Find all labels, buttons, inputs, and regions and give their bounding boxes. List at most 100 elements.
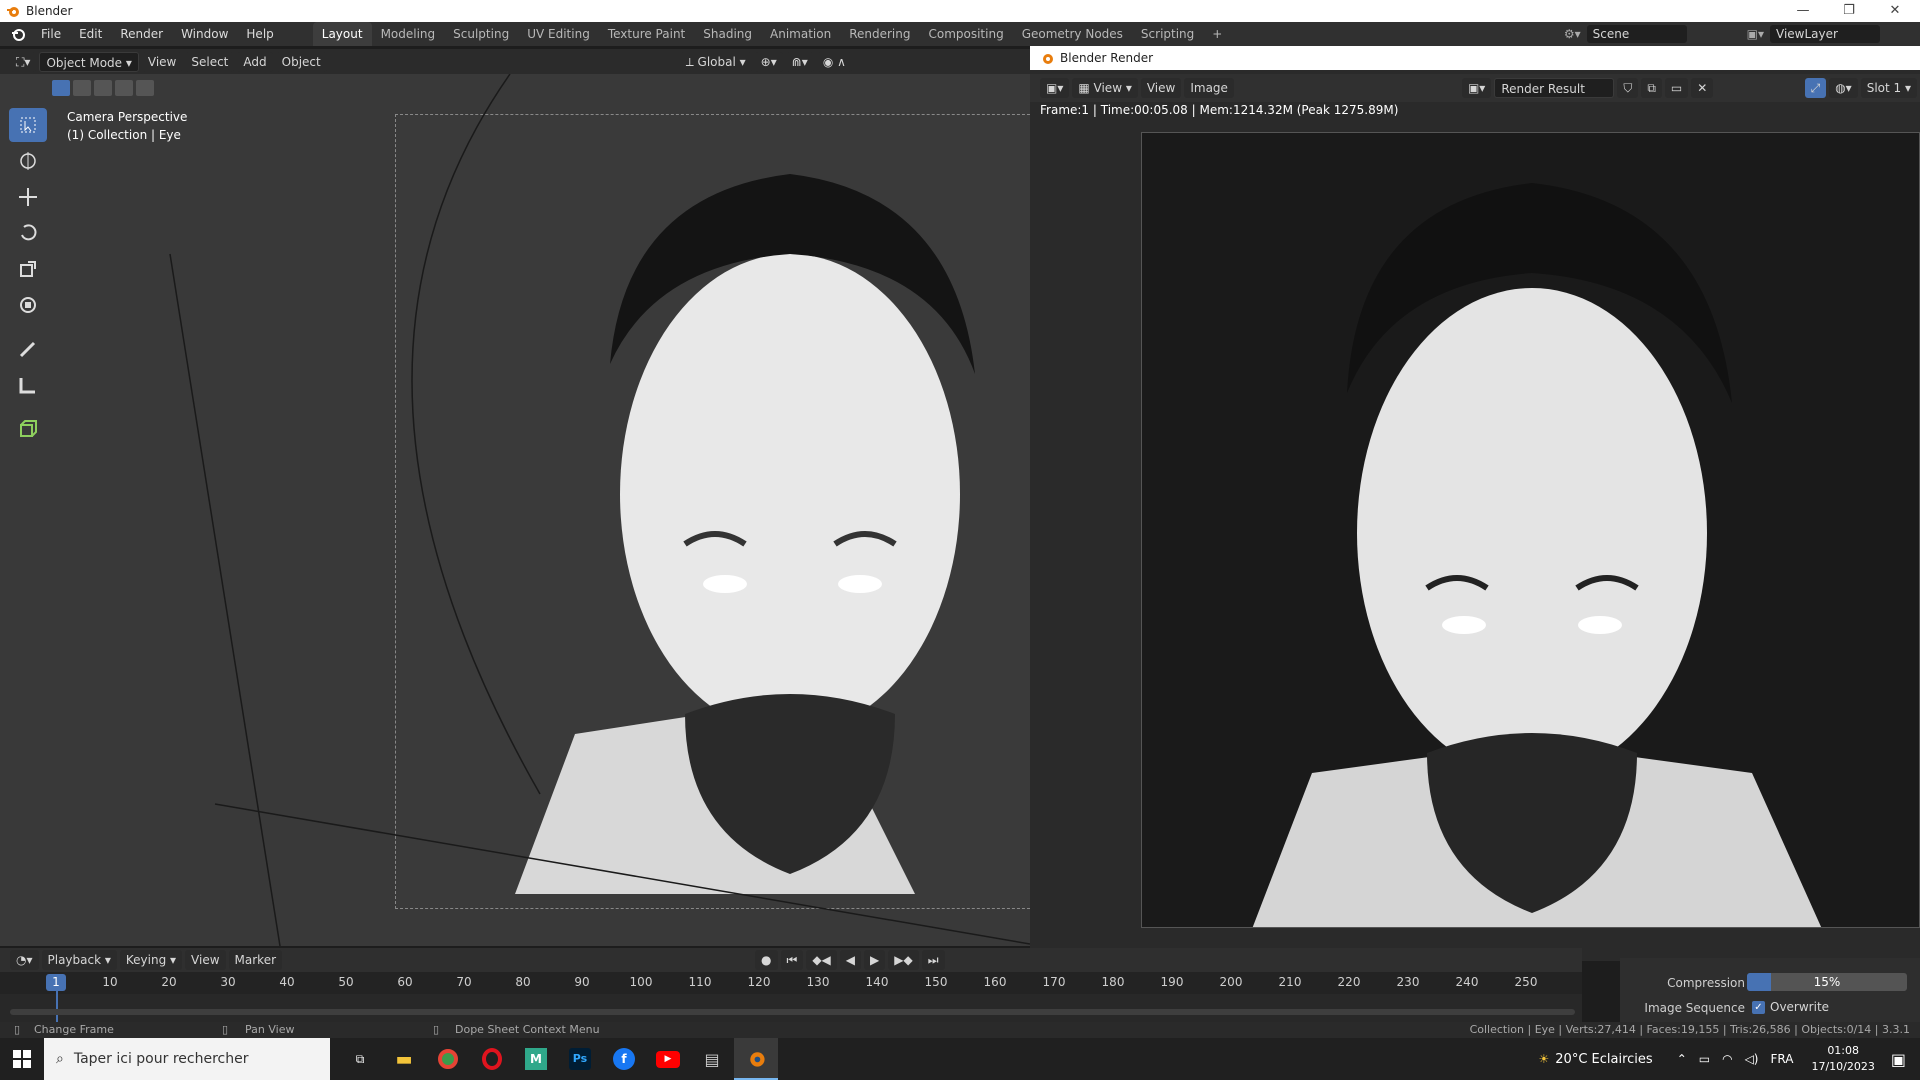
timeline-ruler[interactable]: 1 10 20 30 40 50 60 70 80 90 100 110 120… [0,972,1582,1027]
start-button[interactable] [0,1038,44,1080]
view-layer-icon[interactable]: ▣▾ [1747,27,1764,41]
notification-icon[interactable]: ▣ [1891,1050,1906,1069]
annotate-tool[interactable] [9,332,47,366]
play-reverse-icon[interactable]: ◀ [839,950,862,970]
measure-tool[interactable] [9,368,47,402]
battery-icon[interactable]: ▭ [1699,1052,1710,1066]
viewport-menu-select[interactable]: Select [185,51,235,72]
blender-menu-icon[interactable] [10,26,26,42]
view-layer-selector[interactable]: ViewLayer [1770,25,1880,43]
tick-label: 40 [279,975,295,989]
viewport-menu-object[interactable]: Object [275,51,327,72]
tab-scripting[interactable]: Scripting [1132,22,1203,46]
3d-viewport[interactable]: Camera Perspective (1) Collection | Eye [0,74,1030,946]
add-workspace-icon[interactable]: + [1203,22,1231,46]
open-image-folder-icon[interactable]: ▭ [1664,78,1689,98]
taskbar-search-box[interactable]: ⌕ Taper ici pour rechercher [44,1038,330,1080]
window-app[interactable]: ▤ [690,1038,734,1080]
render-view-dropdown[interactable]: ▦ View ▾ [1072,78,1138,98]
viewport-menu-add[interactable]: Add [237,51,273,72]
image-browse-icon[interactable]: ▣▾ [1461,78,1492,98]
timeline-editor-icon[interactable]: ◔▾ [10,950,39,970]
tab-compositing[interactable]: Compositing [919,22,1012,46]
close-window-button[interactable]: ✕ [1872,0,1918,22]
record-icon[interactable]: ● [755,950,778,970]
timeline-menu-marker[interactable]: Marker [228,950,283,970]
compression-slider[interactable]: 15% [1747,973,1907,991]
editor-type-icon[interactable]: ⛶▾ [10,51,37,72]
move-tool[interactable] [9,180,47,214]
tab-geometry-nodes[interactable]: Geometry Nodes [1013,22,1132,46]
minimize-button[interactable]: — [1780,0,1826,22]
mouse-right-icon: ▯ [433,1023,440,1036]
speaker-icon[interactable]: ◁) [1745,1052,1759,1066]
tab-texture-paint[interactable]: Texture Paint [599,22,694,46]
transform-orientation-dropdown[interactable]: ⟂ Global ▾ [679,51,752,72]
scene-icon[interactable]: ⚙▾ [1564,27,1581,41]
pivot-icon[interactable]: ⊕▾ [754,51,783,72]
render-menu-view[interactable]: View [1140,78,1182,98]
jump-start-icon[interactable]: ⏮ [780,950,804,970]
menu-file[interactable]: File [32,22,70,46]
next-keyframe-icon[interactable]: ▶◆ [888,950,919,970]
file-explorer-app[interactable]: ▬ [382,1038,426,1080]
cursor-tool[interactable] [9,144,47,178]
menu-window[interactable]: Window [172,22,237,46]
menu-render[interactable]: Render [111,22,172,46]
timeline-menu-view[interactable]: View [185,950,226,970]
timeline-menu-keying[interactable]: Keying ▾ [119,950,183,970]
clock[interactable]: 01:08 17/10/2023 [1811,1043,1874,1075]
gizmo-toggle-icon[interactable]: ⤢ [1804,78,1827,98]
weather-text[interactable]: 20°C Eclaircies [1555,1052,1652,1067]
object-mode-dropdown[interactable]: Object Mode ▾ [39,51,139,72]
tab-rendering[interactable]: Rendering [840,22,919,46]
tab-layout[interactable]: Layout [312,22,372,46]
tab-shading[interactable]: Shading [694,22,761,46]
viewport-menu-view[interactable]: View [141,51,183,72]
blender-taskbar-app[interactable] [734,1038,778,1080]
timeline-menu-playback[interactable]: Playback ▾ [41,950,117,970]
facebook-app[interactable]: f [602,1038,646,1080]
rotate-tool[interactable] [9,216,47,250]
render-result-image[interactable] [1141,132,1920,928]
menu-edit[interactable]: Edit [70,22,111,46]
image-editor-type-icon[interactable]: ▣▾ [1040,78,1070,98]
select-box-tool[interactable] [9,108,47,142]
overwrite-checkbox[interactable]: ✓ Overwrite [1752,1000,1829,1014]
tab-sculpting[interactable]: Sculpting [444,22,518,46]
play-icon[interactable]: ▶ [864,950,886,970]
chrome-app[interactable] [426,1038,470,1080]
add-cube-tool[interactable] [9,412,47,446]
render-menu-image[interactable]: Image [1184,78,1234,98]
timeline-scrollbar[interactable] [10,1009,1575,1015]
jump-end-icon[interactable]: ⏭ [921,950,945,970]
task-view-button[interactable]: ⧉ [338,1038,382,1080]
opera-app[interactable] [470,1038,514,1080]
overlay-toggle-icon[interactable]: ◍▾ [1829,78,1858,98]
tab-uv-editing[interactable]: UV Editing [518,22,599,46]
photoshop-app[interactable]: Ps [558,1038,602,1080]
transform-tool[interactable] [9,288,47,322]
menu-help[interactable]: Help [237,22,282,46]
cube-add-icon [20,420,37,437]
unlink-image-icon[interactable]: ✕ [1691,78,1714,98]
render-result-field[interactable]: Render Result [1494,78,1615,98]
chevron-up-icon[interactable]: ⌃ [1677,1052,1687,1066]
m-app[interactable]: M [514,1038,558,1080]
snap-icon[interactable]: ⋒▾ [785,51,814,72]
tab-modeling[interactable]: Modeling [372,22,445,46]
maximize-button[interactable]: ❐ [1826,0,1872,22]
prev-keyframe-icon[interactable]: ◆◀ [806,950,837,970]
language-indicator[interactable]: FRA [1771,1052,1794,1066]
new-image-icon[interactable]: ⧉ [1641,78,1662,98]
current-frame-indicator[interactable]: 1 [46,974,66,991]
tab-animation[interactable]: Animation [761,22,840,46]
cursor-select-icon [20,117,36,133]
youtube-app[interactable]: ▶ [646,1038,690,1080]
slot-selector[interactable]: Slot 1 ▾ [1860,78,1917,98]
proportional-edit-icon[interactable]: ◉ ∧ [816,51,852,72]
wifi-icon[interactable]: ◠ [1722,1052,1732,1066]
scene-selector[interactable]: Scene [1586,25,1687,43]
scale-tool[interactable] [9,252,47,286]
fake-user-shield-icon[interactable]: ⛉ [1617,78,1639,98]
